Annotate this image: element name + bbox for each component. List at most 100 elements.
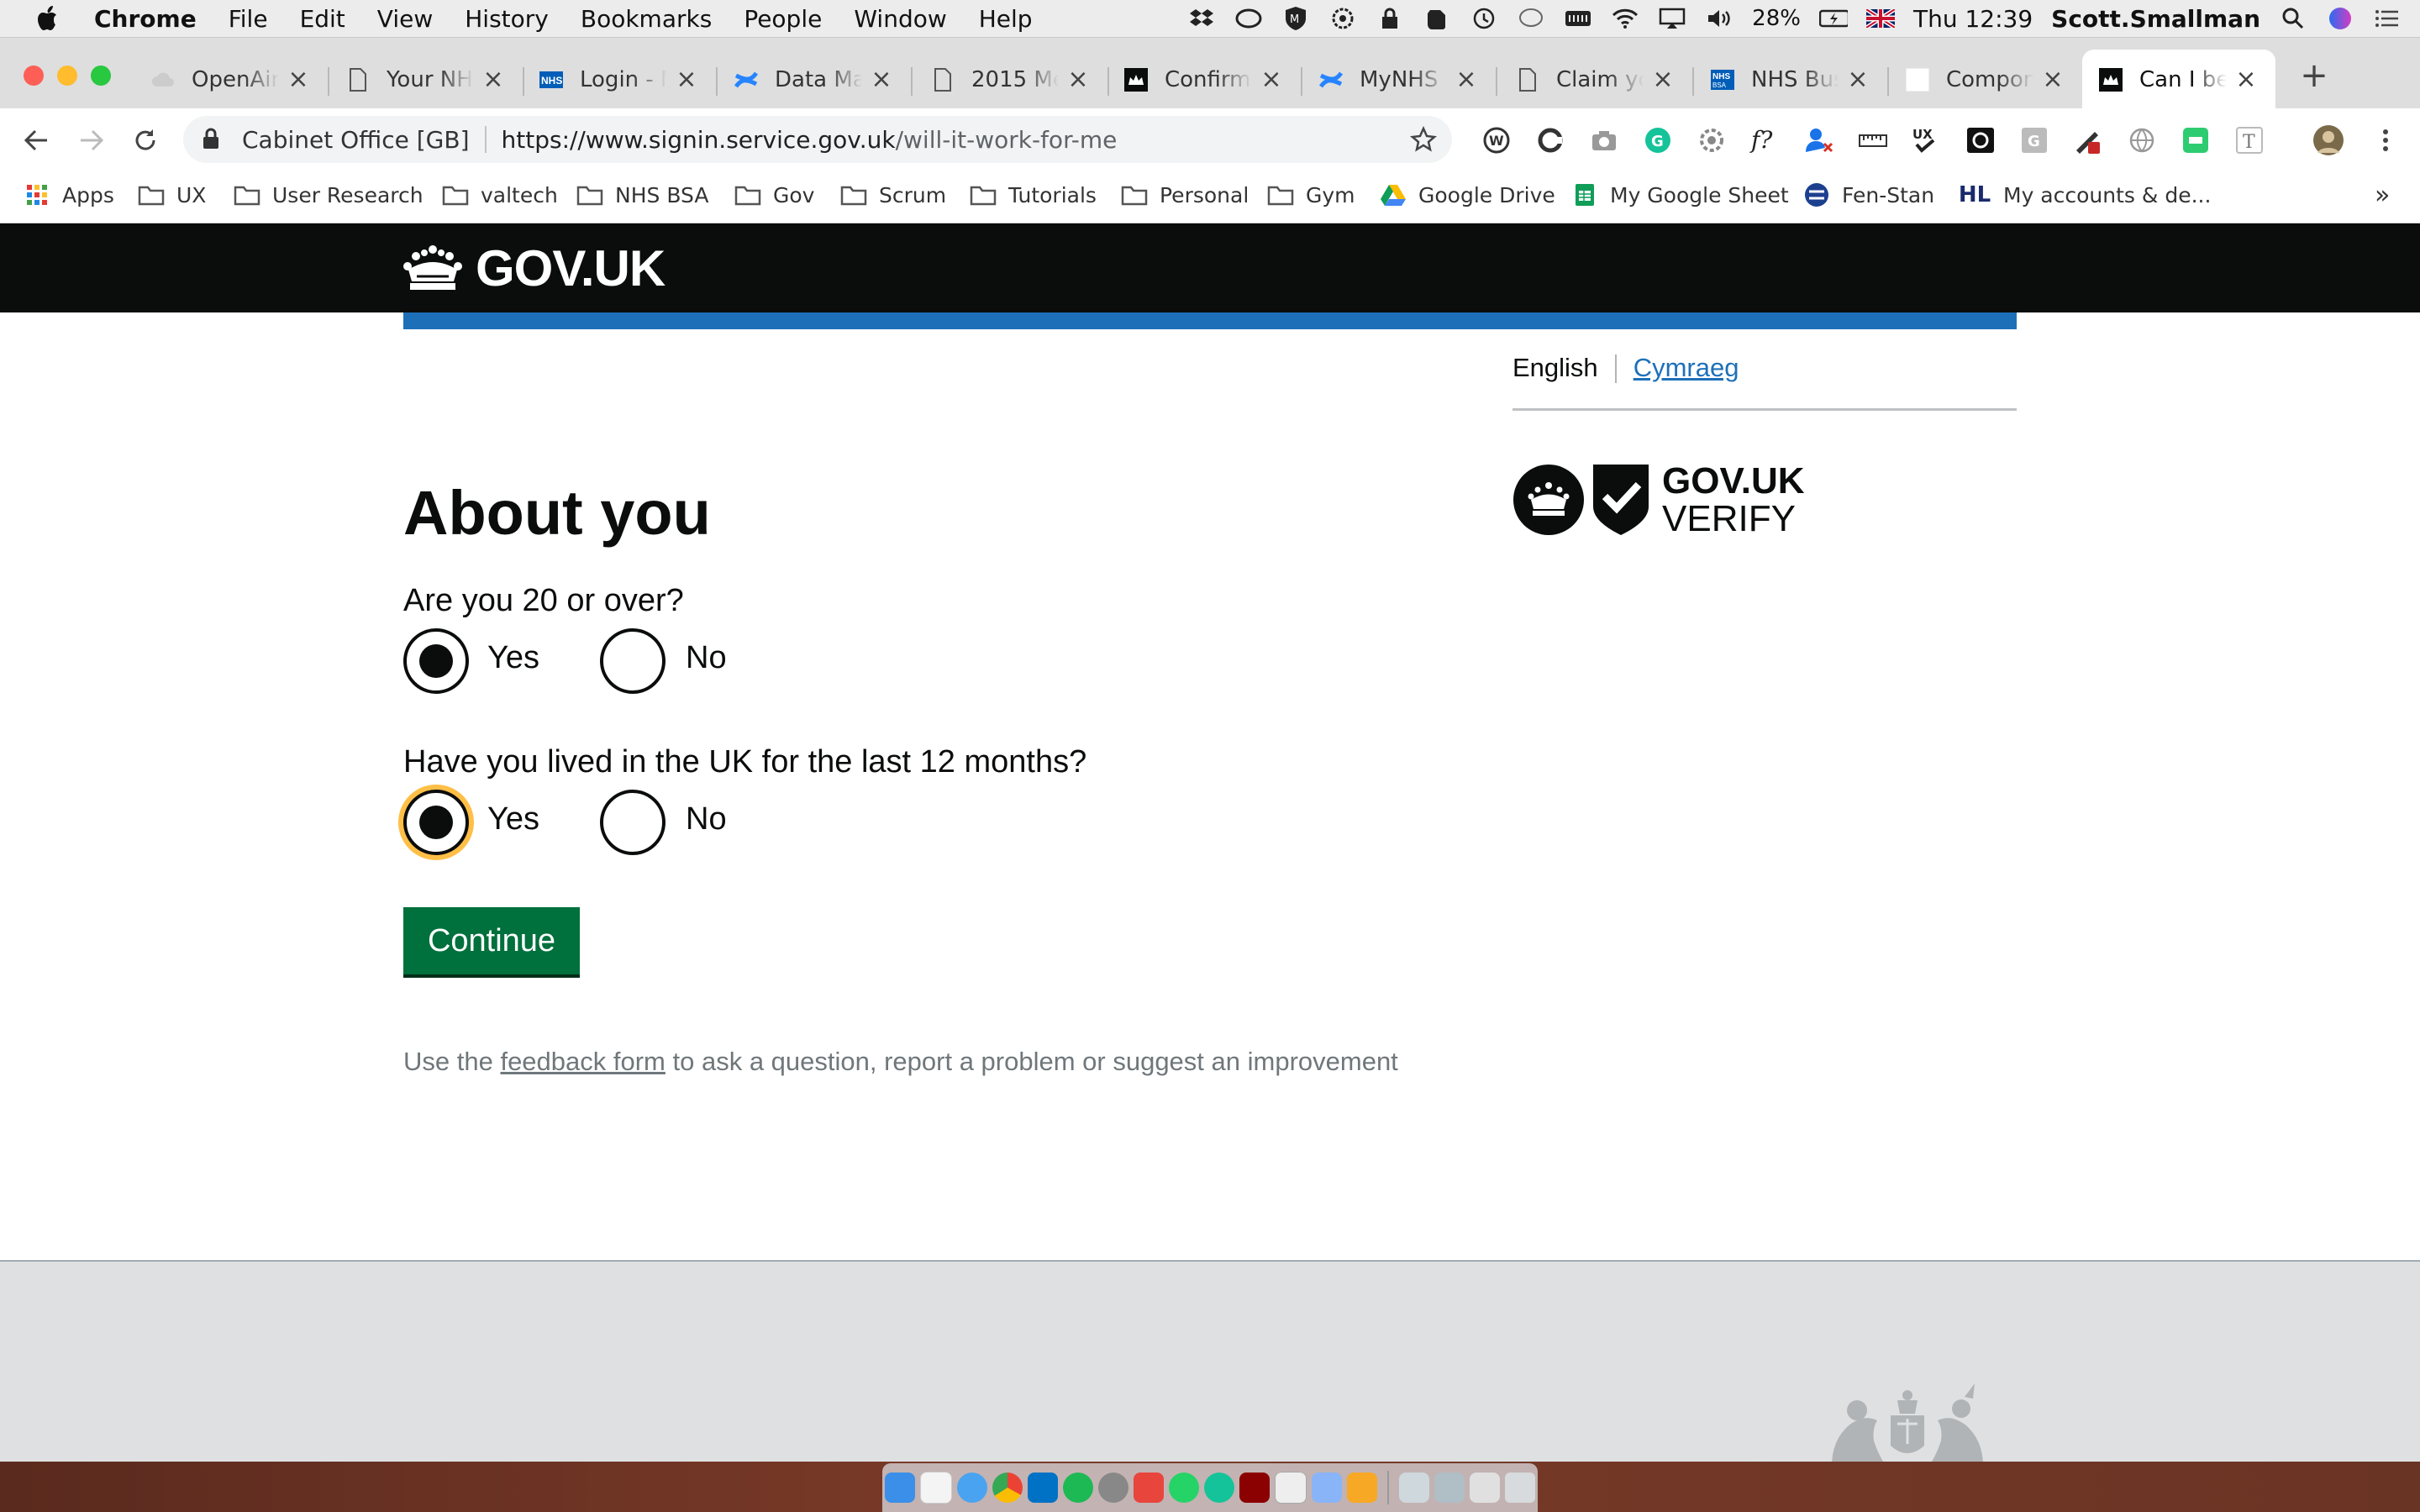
menu-window[interactable]: Window <box>854 5 946 33</box>
profile-avatar-icon[interactable] <box>2312 124 2344 156</box>
bookmark-apps[interactable]: Apps <box>24 178 114 212</box>
preview-icon[interactable] <box>1312 1473 1342 1503</box>
chrome-icon[interactable] <box>992 1473 1023 1503</box>
outlook-icon[interactable] <box>1028 1473 1058 1503</box>
tab-data-map[interactable]: Data Map × <box>734 53 894 107</box>
url-host[interactable]: https://www.signin.service.gov.uk <box>502 126 896 154</box>
radio-residency-yes-label[interactable]: Yes <box>487 801 539 837</box>
window-minimize-button[interactable] <box>57 66 77 86</box>
ruler-icon[interactable] <box>1857 124 1889 156</box>
grammarly-icon[interactable]: G <box>1642 124 1674 156</box>
radio-age-no[interactable] <box>600 628 666 694</box>
font-finder-icon[interactable]: f? <box>1749 124 1781 156</box>
trash-icon[interactable] <box>1505 1473 1535 1503</box>
window-zoom-button[interactable] <box>91 66 111 86</box>
spotify-icon[interactable] <box>1063 1473 1093 1503</box>
back-arrow-icon[interactable] <box>20 124 52 156</box>
radio-age-yes-label[interactable]: Yes <box>487 640 539 676</box>
whatsapp-icon[interactable] <box>1169 1473 1199 1503</box>
user-blocked-icon[interactable] <box>1803 124 1835 156</box>
apple-icon[interactable] <box>32 2 66 35</box>
documents-stack-icon[interactable] <box>1434 1473 1465 1503</box>
radio-residency-no-label[interactable]: No <box>686 801 727 837</box>
wifi-icon[interactable] <box>1611 6 1639 31</box>
close-tab-icon[interactable]: × <box>1650 65 1676 94</box>
calendar-icon[interactable] <box>920 1472 952 1504</box>
bookmark-star-icon[interactable] <box>1410 125 1437 159</box>
close-tab-icon[interactable]: × <box>869 65 894 94</box>
bookmark-google-drive[interactable]: Google Drive <box>1380 178 1555 212</box>
tab-2015-men[interactable]: 2015 Men × <box>931 53 1091 107</box>
govuk-logo-link[interactable]: GOV.UK <box>403 239 666 297</box>
continue-button[interactable]: Continue <box>403 907 580 974</box>
tab-login[interactable]: NHS Login - M × <box>539 53 699 107</box>
bookmark-folder-valtech[interactable]: valtech <box>442 178 558 212</box>
chrome-menu-icon[interactable] <box>2370 124 2402 156</box>
radio-age-no-label[interactable]: No <box>686 640 727 676</box>
lock-icon[interactable] <box>202 127 220 156</box>
grammarly-dock-icon[interactable] <box>1204 1473 1234 1503</box>
menu-view[interactable]: View <box>377 5 433 33</box>
gear-extension-icon[interactable] <box>1696 124 1728 156</box>
green-extension-icon[interactable] <box>2180 124 2212 156</box>
menu-file[interactable]: File <box>229 5 268 33</box>
radio-residency-no[interactable] <box>600 790 666 855</box>
bookmark-folder-personal[interactable]: Personal <box>1121 178 1249 212</box>
menu-help[interactable]: Help <box>979 5 1033 33</box>
settings-gear-icon[interactable] <box>1328 6 1357 31</box>
battery-icon[interactable] <box>1818 6 1848 31</box>
close-tab-icon[interactable]: × <box>2233 65 2259 94</box>
globe-icon[interactable] <box>2126 124 2158 156</box>
extension-c-icon[interactable] <box>1534 124 1566 156</box>
screenshot-stack-icon[interactable] <box>1470 1473 1500 1503</box>
menu-app-name[interactable]: Chrome <box>94 5 197 33</box>
tab-can-i-be-active[interactable]: Can I be × <box>2099 53 2259 107</box>
feedback-form-link[interactable]: feedback form <box>500 1047 665 1076</box>
new-tab-button[interactable]: + <box>2297 56 2331 95</box>
tab-mynhs[interactable]: MyNHS F × <box>1319 53 1479 107</box>
siri-icon[interactable] <box>2326 6 2354 31</box>
menu-history[interactable]: History <box>465 5 549 33</box>
messages-icon[interactable] <box>1517 6 1545 31</box>
radio-age-yes[interactable] <box>403 628 469 694</box>
bookmark-my-accounts[interactable]: HL My accounts & de... <box>1958 178 2212 212</box>
bookmark-folder-nhs-bsa[interactable]: NHS BSA <box>576 178 708 212</box>
bookmark-folder-ux[interactable]: UX <box>138 178 206 212</box>
bookmark-fen-stan[interactable]: Fen-Stan <box>1803 178 1934 212</box>
ev-certificate-label[interactable]: Cabinet Office [GB] <box>242 126 470 154</box>
lock-icon[interactable] <box>1376 6 1404 31</box>
close-tab-icon[interactable]: × <box>1065 65 1091 94</box>
dropbox-icon[interactable] <box>1187 6 1216 31</box>
tab-components[interactable]: Compone × <box>1906 53 2065 107</box>
uk-flag-icon[interactable] <box>1865 6 1895 31</box>
eye-dropper-icon[interactable] <box>1965 124 1996 156</box>
camera-icon[interactable] <box>1588 124 1620 156</box>
close-tab-icon[interactable]: × <box>674 65 699 94</box>
activity-monitor-icon[interactable] <box>1098 1473 1128 1503</box>
evernote-icon[interactable] <box>1423 6 1451 31</box>
spotlight-search-icon[interactable] <box>2279 6 2307 31</box>
creative-cloud-icon[interactable] <box>1234 6 1263 31</box>
tab-confirmation[interactable]: Confirma × <box>1124 53 1284 107</box>
language-cymraeg-link[interactable]: Cymraeg <box>1634 353 1739 383</box>
menu-edit[interactable]: Edit <box>300 5 345 33</box>
tab-your-nhs[interactable]: Your NHS × <box>346 53 506 107</box>
g-extension-icon[interactable]: G <box>2018 124 2050 156</box>
bookmark-folder-tutorials[interactable]: Tutorials <box>970 178 1097 212</box>
close-tab-icon[interactable]: × <box>1845 65 1870 94</box>
bookmarks-overflow-chevron[interactable]: » <box>2375 178 2390 212</box>
close-tab-icon[interactable]: × <box>1259 65 1284 94</box>
mcafee-icon[interactable]: M <box>1281 6 1310 31</box>
text-t-icon[interactable]: T <box>2233 124 2265 156</box>
downloads-stack-icon[interactable] <box>1399 1473 1429 1503</box>
menu-people[interactable]: People <box>744 5 822 33</box>
tab-nhs-business[interactable]: NHS BSA NHS Bus × <box>1711 53 1870 107</box>
window-close-button[interactable] <box>24 66 44 86</box>
close-tab-icon[interactable]: × <box>481 65 506 94</box>
bookmark-folder-user-research[interactable]: User Research <box>234 178 424 212</box>
volume-icon[interactable] <box>1705 6 1733 31</box>
pen-badge-icon[interactable] <box>2072 124 2104 156</box>
acrobat-icon[interactable] <box>1239 1473 1270 1503</box>
messages-app-icon[interactable] <box>957 1473 987 1503</box>
finder-icon[interactable] <box>885 1473 915 1503</box>
